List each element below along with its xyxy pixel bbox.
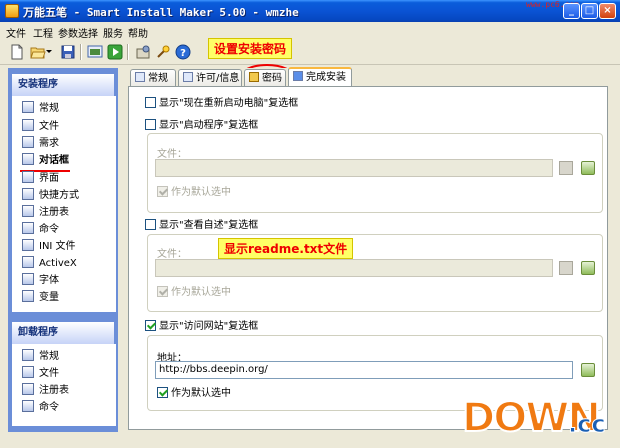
readme-checkbox-row[interactable]: 显示"查看自述"复选框 — [145, 219, 258, 232]
general-icon — [22, 101, 34, 113]
annotation-show-readme: 显示readme.txt文件 — [218, 238, 354, 259]
install-section-title: 安装程序 — [12, 74, 114, 96]
menu-service[interactable]: 服务 — [103, 25, 123, 40]
sidebar: 安装程序 常规 文件 需求 对话框 界面 快捷方式 注册表 命令 INI 文件 … — [8, 68, 118, 432]
files-icon — [22, 119, 34, 131]
toolbar-separator — [127, 44, 129, 60]
readme-file-label: 文件： — [157, 249, 187, 260]
readme-checkbox[interactable] — [145, 219, 156, 230]
menu-project[interactable]: 工程 — [33, 25, 53, 40]
uninstall-section-title: 卸载程序 — [12, 322, 114, 344]
shortcuts-icon — [22, 188, 34, 200]
commands-icon — [22, 222, 34, 234]
tab-general[interactable]: 常规 — [130, 69, 176, 86]
toolbar-separator — [80, 44, 82, 60]
tab-license-info[interactable]: 许可/信息 — [178, 69, 242, 86]
browse-folder-icon[interactable] — [581, 261, 595, 275]
svg-text:?: ? — [180, 48, 186, 59]
main-area: 常规 许可/信息 密码 完成安装 显示"现在重新启动电脑"复选框 显示"启动程序… — [124, 67, 612, 432]
registry-icon — [22, 383, 34, 395]
launch-default-checkbox[interactable] — [157, 186, 168, 197]
uninstall-item-files[interactable]: 文件 — [22, 366, 59, 382]
registry-icon — [22, 205, 34, 217]
browse-list-icon[interactable] — [559, 161, 573, 175]
app-icon — [5, 4, 19, 18]
sidebar-item-activex[interactable]: ActiveX — [22, 256, 77, 272]
sidebar-item-registry[interactable]: 注册表 — [22, 205, 69, 221]
readme-default-row[interactable]: 作为默认选中 — [157, 286, 231, 299]
browse-url-icon[interactable] — [581, 363, 595, 377]
menu-file[interactable]: 文件 — [6, 25, 26, 40]
activex-icon — [22, 256, 34, 268]
launch-checkbox[interactable] — [145, 119, 156, 130]
sidebar-item-dialogs[interactable]: 对话框 — [22, 153, 69, 169]
maximize-button[interactable]: □ — [581, 3, 598, 19]
finish-install-panel: 显示"现在重新启动电脑"复选框 显示"启动程序"复选框 文件： 作为默认选中 显… — [128, 86, 608, 430]
launch-file-field[interactable] — [155, 159, 553, 177]
commands-icon — [22, 400, 34, 412]
tab-finish-install[interactable]: 完成安装 — [288, 67, 352, 87]
visit-checkbox-row[interactable]: 显示"访问网站"复选框 — [145, 320, 258, 333]
ini-file-icon — [22, 239, 34, 251]
launch-default-row[interactable]: 作为默认选中 — [157, 186, 231, 199]
annotation-set-password: 设置安装密码 — [208, 38, 293, 59]
settings-icon[interactable] — [135, 44, 151, 60]
sidebar-item-fonts[interactable]: 字体 — [22, 273, 59, 289]
general-icon — [22, 349, 34, 361]
restart-checkbox-row[interactable]: 显示"现在重新启动电脑"复选框 — [145, 97, 298, 110]
run-icon[interactable] — [107, 44, 123, 60]
address-input[interactable]: http://bbs.deepin.org/ — [155, 361, 573, 379]
readme-default-checkbox[interactable] — [157, 286, 168, 297]
sidebar-item-variables[interactable]: 变量 — [22, 290, 59, 306]
visit-default-checkbox[interactable] — [157, 387, 168, 398]
files-icon — [22, 366, 34, 378]
launch-checkbox-row[interactable]: 显示"启动程序"复选框 — [145, 119, 258, 132]
tab-password[interactable]: 密码 — [244, 69, 286, 86]
sidebar-item-shortcuts[interactable]: 快捷方式 — [22, 188, 79, 204]
dialogs-icon — [22, 153, 34, 165]
general-tab-icon — [135, 72, 145, 82]
sidebar-item-interface[interactable]: 界面 — [22, 171, 59, 187]
chevron-down-icon[interactable] — [44, 44, 60, 60]
uninstall-item-registry[interactable]: 注册表 — [22, 383, 69, 399]
visit-checkbox[interactable] — [145, 320, 156, 331]
sidebar-item-commands[interactable]: 命令 — [22, 222, 59, 238]
close-button[interactable]: × — [599, 3, 616, 19]
visit-default-row[interactable]: 作为默认选中 — [157, 387, 231, 400]
browse-folder-icon[interactable] — [581, 161, 595, 175]
sidebar-item-ini-files[interactable]: INI 文件 — [22, 239, 76, 255]
uninstall-item-commands[interactable]: 命令 — [22, 400, 59, 416]
new-file-icon[interactable] — [9, 44, 25, 60]
browse-list-icon[interactable] — [559, 261, 573, 275]
license-tab-icon — [183, 72, 193, 82]
window-title: 万能五笔 - Smart Install Maker 5.00 - wmzhe — [23, 6, 299, 19]
down-cc-logo-suffix: .cc — [568, 410, 607, 439]
sidebar-item-requirements[interactable]: 需求 — [22, 136, 59, 152]
save-icon[interactable] — [60, 44, 76, 60]
sidebar-item-files[interactable]: 文件 — [22, 119, 59, 135]
readme-file-field[interactable] — [155, 259, 553, 277]
launch-file-label: 文件： — [157, 149, 187, 160]
variables-icon — [22, 290, 34, 302]
help-icon[interactable]: ? — [175, 44, 191, 60]
lock-icon — [249, 72, 259, 82]
menu-help[interactable]: 帮助 — [128, 25, 148, 40]
build-icon[interactable] — [87, 44, 103, 60]
wizard-icon[interactable] — [155, 44, 171, 60]
fonts-icon — [22, 273, 34, 285]
restart-checkbox[interactable] — [145, 97, 156, 108]
finish-tab-icon — [293, 71, 303, 81]
sidebar-item-general[interactable]: 常规 — [22, 101, 59, 117]
requirements-icon — [22, 136, 34, 148]
menu-preferences[interactable]: 参数选择 — [58, 25, 98, 40]
uninstall-item-general[interactable]: 常规 — [22, 349, 59, 365]
interface-icon — [22, 171, 34, 183]
minimize-button[interactable]: _ — [563, 3, 580, 19]
